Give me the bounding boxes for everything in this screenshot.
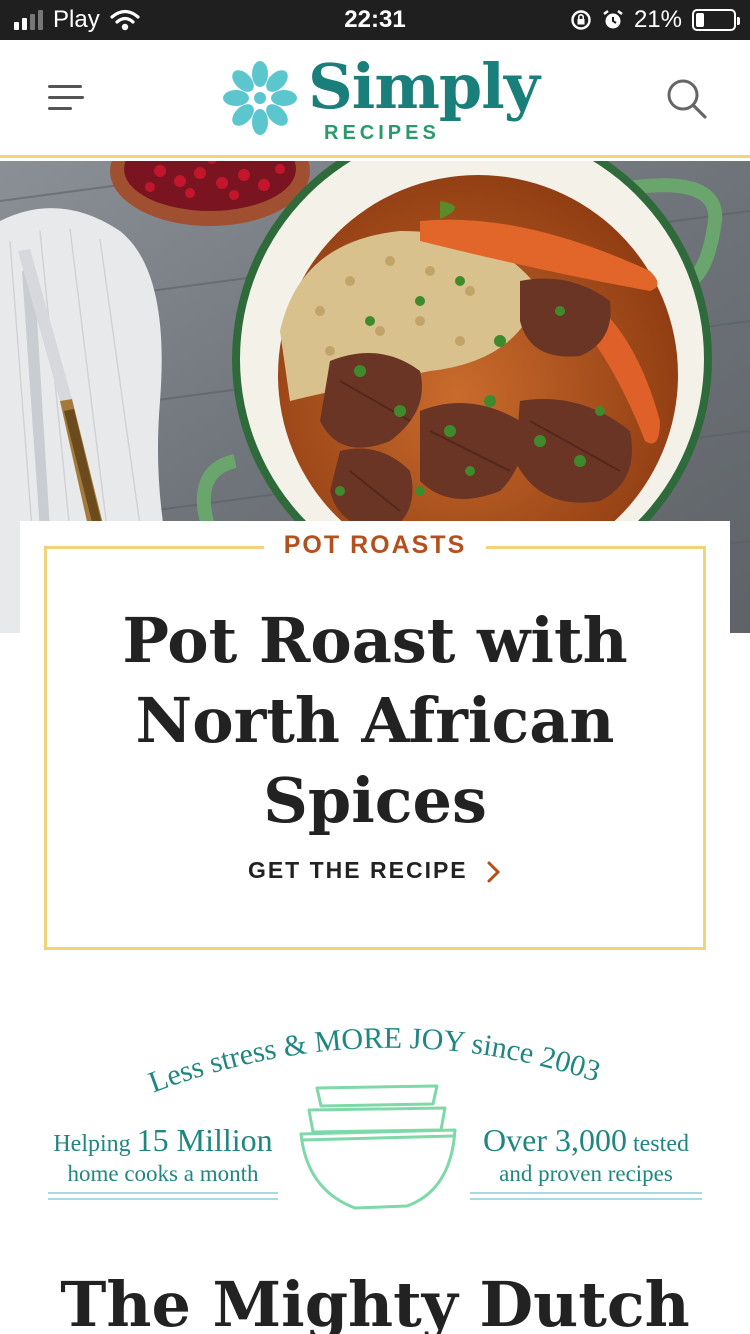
recipe-category[interactable]: POT ROASTS xyxy=(20,531,730,560)
battery-percent: 21% xyxy=(633,6,682,33)
logo-subtitle: RECIPES xyxy=(324,122,440,144)
get-recipe-label: GET THE RECIPE xyxy=(247,857,468,883)
alarm-icon xyxy=(603,10,623,29)
bowls-icon xyxy=(299,1084,457,1210)
battery-icon xyxy=(692,9,740,31)
stat-suffix: tested xyxy=(626,1131,689,1157)
promo-rule-right xyxy=(470,1192,702,1200)
stat-recipes-caption: and proven recipes xyxy=(499,1161,673,1186)
status-bar: Play 22:31 21% xyxy=(0,0,750,40)
get-recipe-link[interactable]: GET THE RECIPE xyxy=(20,857,730,884)
promo-stat-cooks: Helping 15 Million home cooks a month xyxy=(48,1122,278,1187)
chevron-right-icon xyxy=(487,861,501,883)
site-logo[interactable]: Simply RECIPES xyxy=(218,50,540,148)
stat-cooks-caption: home cooks a month xyxy=(67,1161,259,1186)
flower-logo-icon xyxy=(223,61,297,135)
recipe-title[interactable]: Pot Roast with North African Spices xyxy=(80,601,670,841)
site-header: Simply RECIPES xyxy=(0,40,750,158)
featured-recipe-card[interactable]: POT ROASTS Pot Roast with North African … xyxy=(20,521,730,961)
menu-icon xyxy=(48,85,82,88)
promo-banner: Less stress & MORE JOY since 2003 Helpin… xyxy=(0,1010,750,1220)
search-button[interactable] xyxy=(664,76,710,122)
battery-level xyxy=(696,13,704,27)
promo-rule-left xyxy=(48,1192,278,1200)
promo-stat-recipes: Over 3,000 tested and proven recipes xyxy=(470,1122,702,1187)
search-icon xyxy=(667,79,707,119)
rotation-lock-icon xyxy=(571,10,591,30)
category-label: POT ROASTS xyxy=(263,531,487,559)
logo-wordmark: Simply xyxy=(308,50,540,123)
status-right: 21% xyxy=(570,6,740,34)
stat-recipes-number: Over 3,000 xyxy=(483,1122,627,1158)
stat-prefix: Helping xyxy=(53,1131,137,1157)
menu-button[interactable] xyxy=(44,80,88,116)
section-heading: The Mighty Dutch xyxy=(60,1268,690,1334)
stat-cooks-number: 15 Million xyxy=(136,1122,273,1158)
